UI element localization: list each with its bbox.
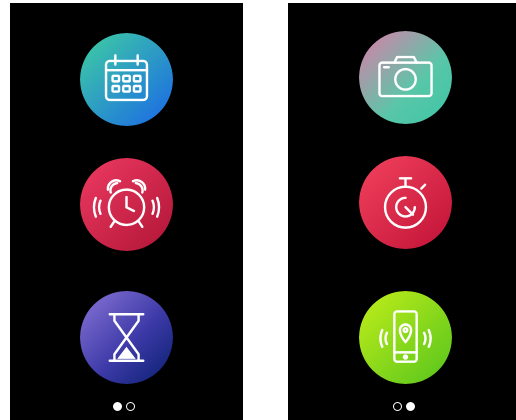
- alarm-app-button[interactable]: [80, 158, 173, 251]
- page-indicator: [393, 402, 433, 414]
- watch-screen-page-2: [288, 3, 516, 420]
- calendar-icon: [80, 33, 173, 126]
- page-indicator: [113, 402, 153, 414]
- find-phone-app-button[interactable]: [359, 291, 452, 384]
- find-phone-icon: [359, 291, 452, 384]
- page-dot-active: [406, 402, 415, 411]
- hourglass-timer-icon: [80, 291, 173, 384]
- page-dot-active: [113, 402, 122, 411]
- timer-app-button[interactable]: [80, 291, 173, 384]
- stopwatch-icon: [359, 156, 452, 249]
- page-dot-inactive: [393, 402, 402, 411]
- watch-screen-page-1: [10, 3, 243, 420]
- stopwatch-app-button[interactable]: [359, 156, 452, 249]
- camera-icon: [359, 31, 452, 124]
- camera-app-button[interactable]: [359, 31, 452, 124]
- alarm-clock-icon: [80, 158, 173, 251]
- page-dot-inactive: [126, 402, 135, 411]
- calendar-app-button[interactable]: [80, 33, 173, 126]
